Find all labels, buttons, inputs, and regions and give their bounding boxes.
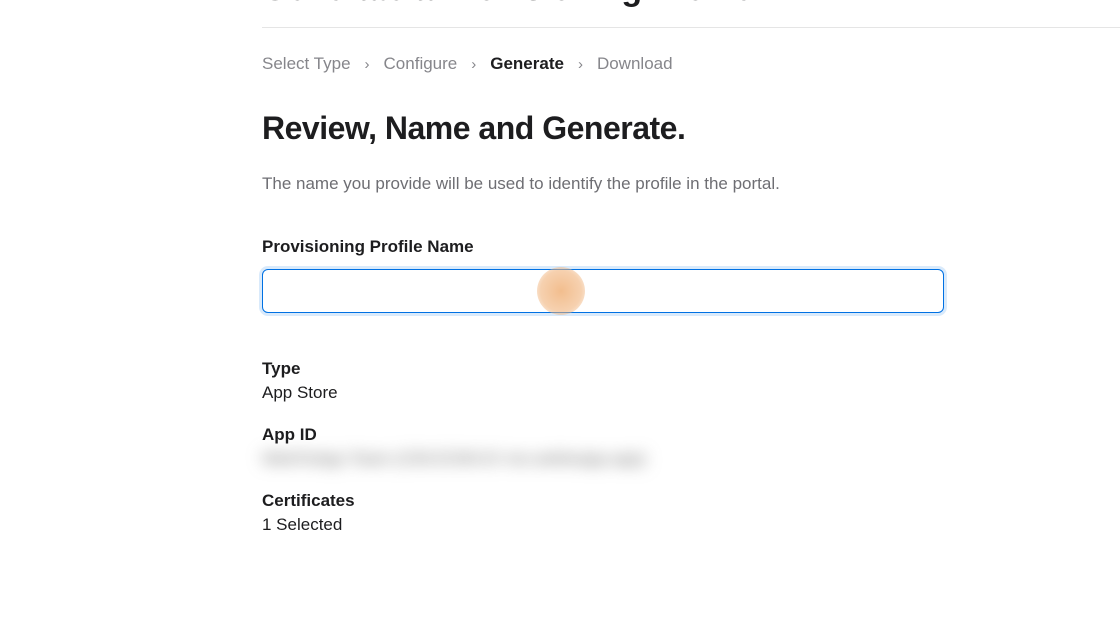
divider [262, 27, 1120, 28]
certificates-value: 1 Selected [262, 515, 1120, 535]
certificates-label: Certificates [262, 491, 1120, 511]
breadcrumb-step-generate: Generate [490, 54, 564, 74]
type-value: App Store [262, 383, 1120, 403]
type-label: Type [262, 359, 1120, 379]
chevron-right-icon: › [578, 56, 583, 73]
app-id-label: App ID [262, 425, 1120, 445]
breadcrumb: Select Type › Configure › Generate › Dow… [262, 54, 1120, 74]
profile-name-label: Provisioning Profile Name [262, 237, 1120, 257]
app-id-value: WebToApp Team (C8XJCMXJX me.webtoapp.app… [262, 449, 1120, 469]
chevron-right-icon: › [471, 56, 476, 73]
summary-app-id: App ID WebToApp Team (C8XJCMXJX me.webto… [262, 425, 1120, 469]
breadcrumb-step-configure[interactable]: Configure [384, 54, 458, 74]
profile-name-input[interactable] [262, 269, 944, 313]
breadcrumb-step-download: Download [597, 54, 673, 74]
section-description: The name you provide will be used to ide… [262, 171, 1120, 197]
summary-certificates: Certificates 1 Selected [262, 491, 1120, 535]
section-heading: Review, Name and Generate. [262, 110, 1120, 147]
summary-type: Type App Store [262, 359, 1120, 403]
chevron-right-icon: › [365, 56, 370, 73]
page-title: Generate a Provisioning Profile [262, 0, 1120, 9]
breadcrumb-step-select-type[interactable]: Select Type [262, 54, 351, 74]
